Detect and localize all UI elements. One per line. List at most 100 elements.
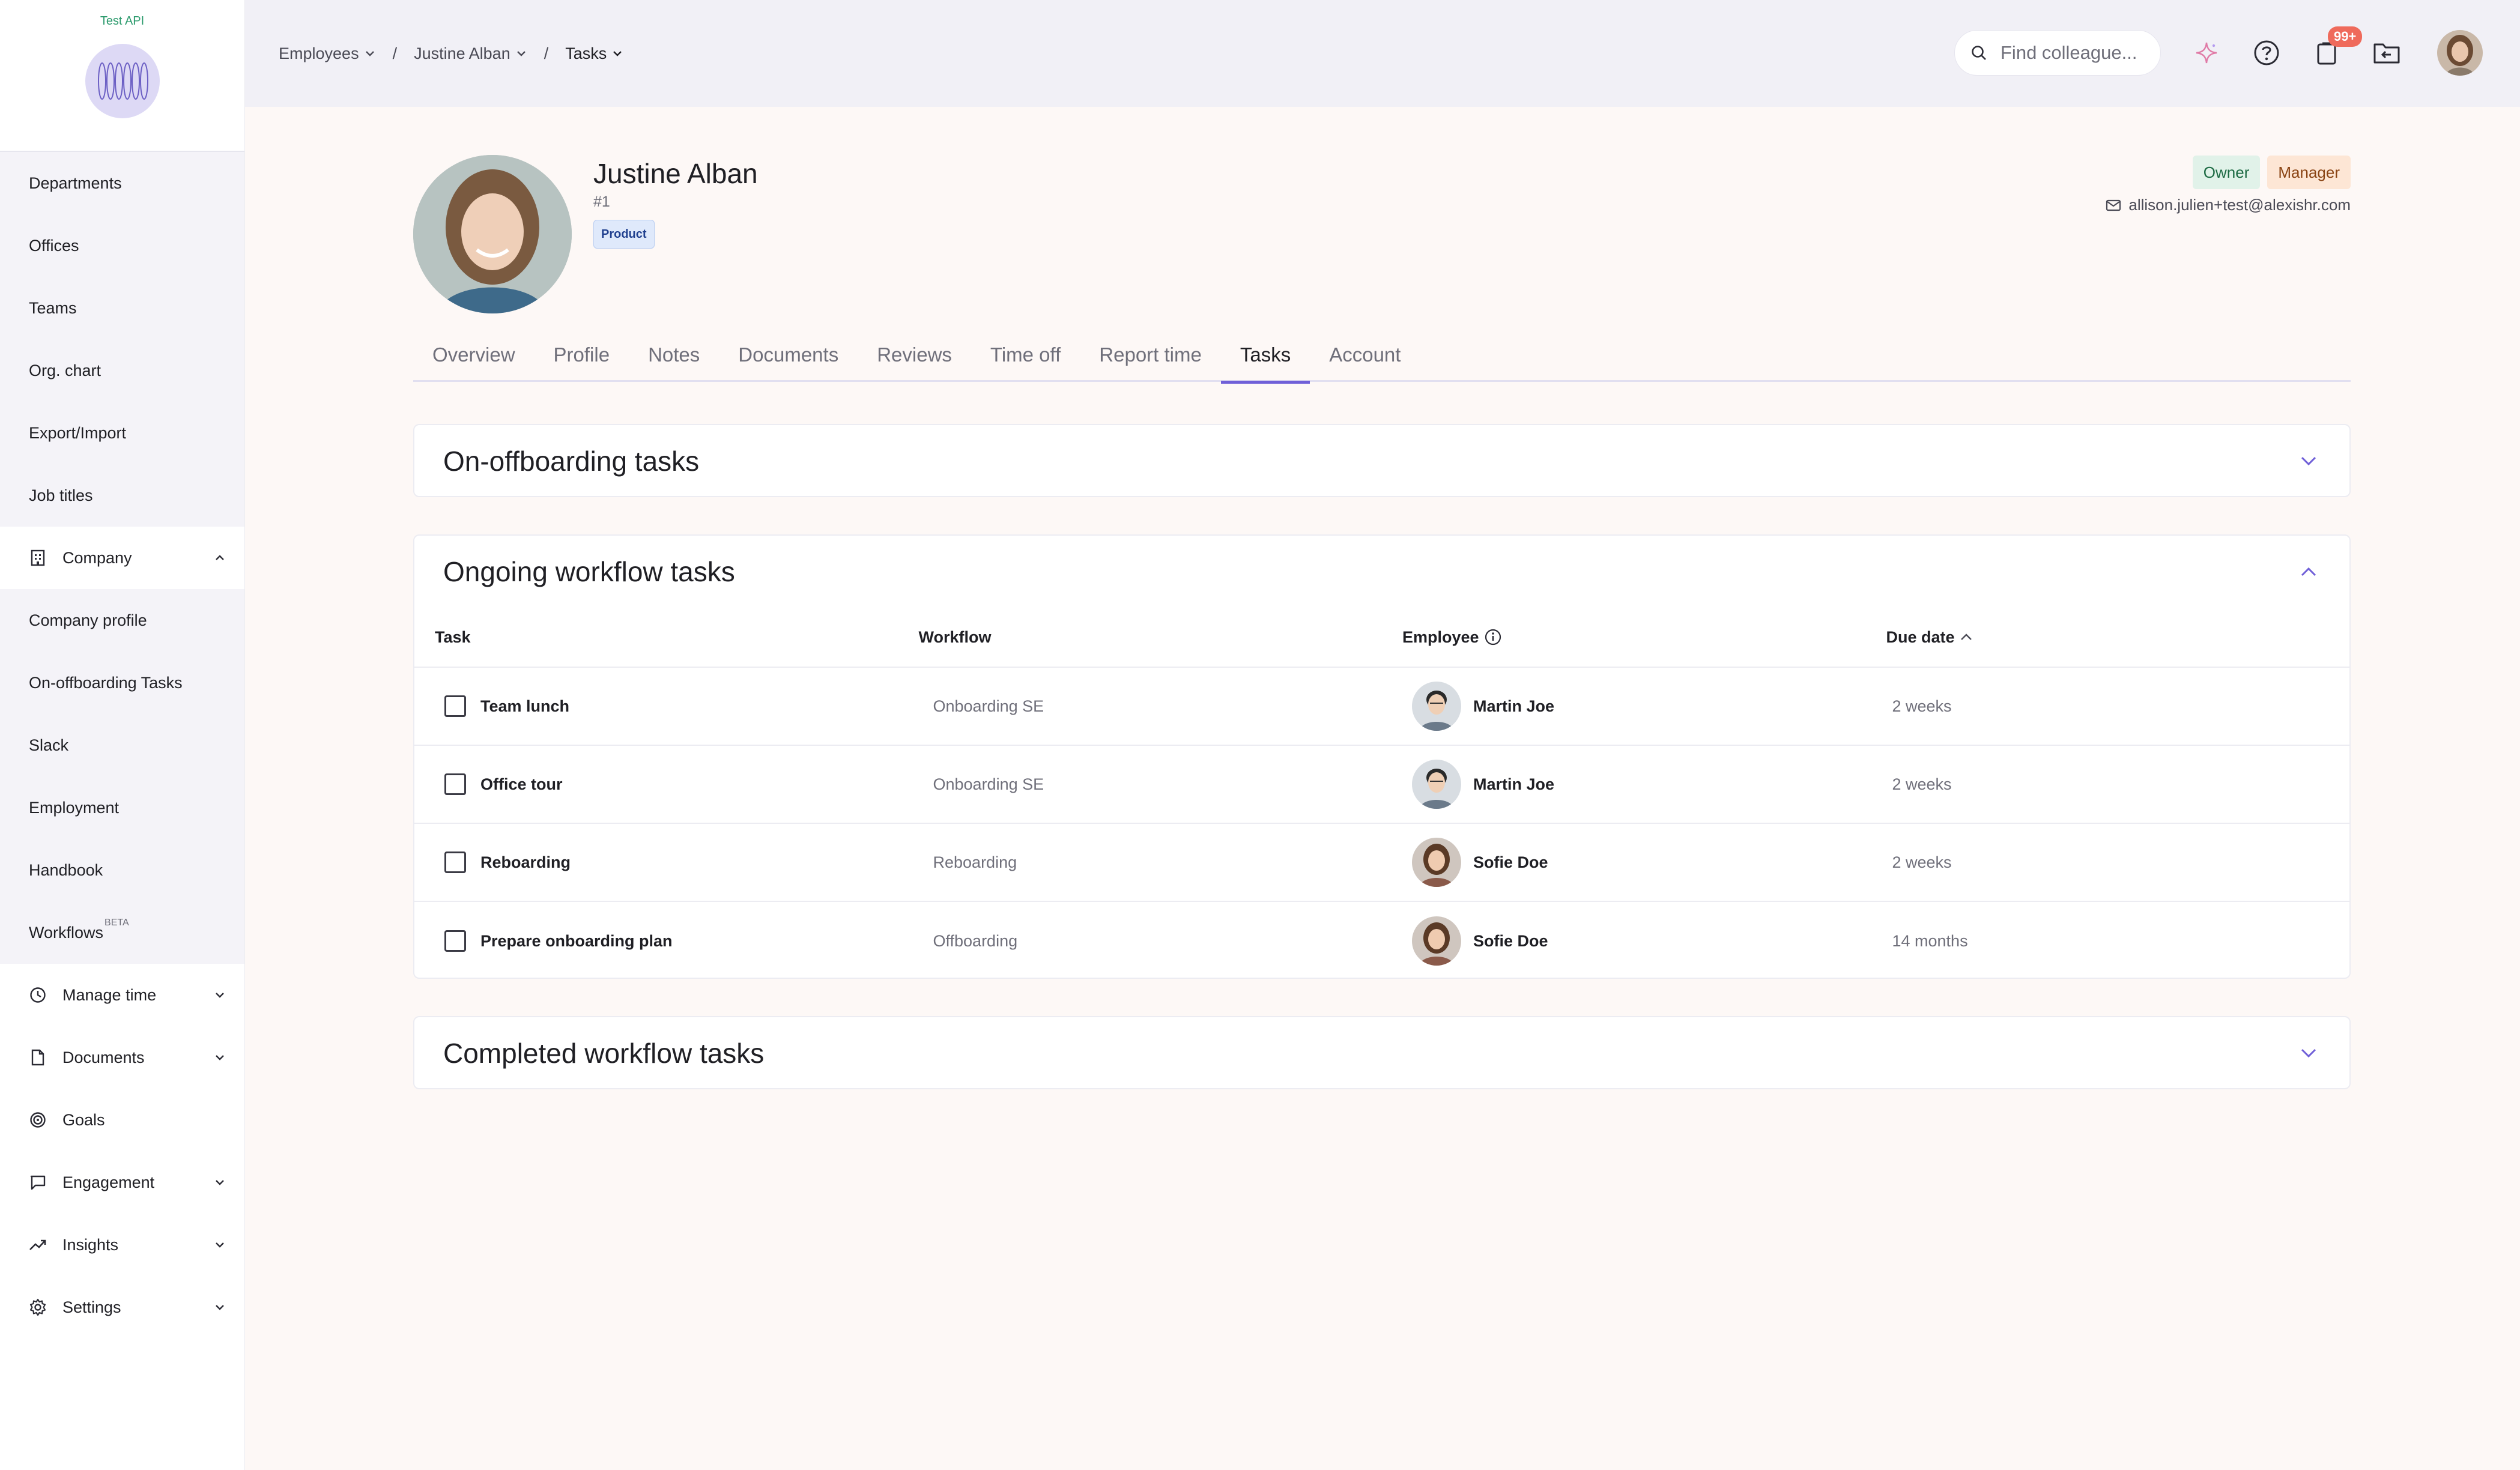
- column-header-task[interactable]: Task: [414, 628, 898, 647]
- chevron-down-icon[interactable]: [2297, 449, 2321, 473]
- chevron-down-icon: [365, 48, 376, 59]
- task-name: Reboarding: [480, 853, 571, 871]
- sidebar-item-export-import[interactable]: Export/Import: [0, 402, 244, 464]
- panel-title: On-offboarding tasks: [443, 446, 700, 477]
- sidebar-item-slack[interactable]: Slack: [0, 714, 244, 776]
- tab-profile[interactable]: Profile: [535, 334, 629, 382]
- avatar[interactable]: [1412, 760, 1461, 809]
- employee-cell: Martin Joe: [1382, 682, 1866, 731]
- notifications-icon[interactable]: 99+: [2312, 26, 2363, 67]
- search-input[interactable]: Find colleague...: [1954, 30, 2161, 76]
- breadcrumb-separator: /: [544, 44, 549, 62]
- sidebar-section-manage-time[interactable]: Manage time: [0, 964, 244, 1026]
- sidebar-item-org-chart[interactable]: Org. chart: [0, 339, 244, 402]
- sidebar-item-company-profile[interactable]: Company profile: [0, 589, 244, 652]
- tab-reviews[interactable]: Reviews: [858, 334, 971, 382]
- sidebar-section-label: Manage time: [62, 985, 157, 1004]
- panel-header[interactable]: Completed workflow tasks: [414, 1017, 2349, 1089]
- sidebar-section-label: Company: [62, 548, 132, 567]
- sidebar-item-departments[interactable]: Departments: [0, 152, 244, 214]
- panel-header[interactable]: On-offboarding tasks: [414, 425, 2349, 497]
- avatar[interactable]: [1412, 838, 1461, 887]
- task-name: Team lunch: [480, 697, 570, 715]
- sidebar-section-insights[interactable]: Insights: [0, 1214, 244, 1276]
- user-avatar[interactable]: [2437, 30, 2483, 76]
- task-checkbox[interactable]: [444, 930, 466, 952]
- sidebar-section-goals[interactable]: Goals: [0, 1089, 244, 1151]
- column-header-employee[interactable]: Employee: [1382, 628, 1866, 647]
- folder-switch-icon[interactable]: [2372, 38, 2401, 67]
- sidebar-item-teams[interactable]: Teams: [0, 277, 244, 339]
- breadcrumb-employee[interactable]: Justine Alban: [414, 44, 527, 63]
- task-checkbox[interactable]: [444, 695, 466, 717]
- tab-report-time[interactable]: Report time: [1080, 334, 1221, 382]
- sidebar-item-handbook[interactable]: Handbook: [0, 839, 244, 901]
- sparkle-icon[interactable]: [2192, 38, 2221, 67]
- tab-documents[interactable]: Documents: [719, 334, 858, 382]
- breadcrumb-employees[interactable]: Employees: [279, 44, 376, 63]
- chevron-up-icon[interactable]: [2297, 560, 2321, 584]
- column-header-workflow[interactable]: Workflow: [898, 628, 1383, 647]
- employee-cell: Martin Joe: [1382, 760, 1866, 809]
- workflow-name: Onboarding SE: [933, 775, 1044, 793]
- company-logo[interactable]: [85, 44, 160, 118]
- chevron-down-icon[interactable]: [2297, 1041, 2321, 1065]
- sidebar-item-employment[interactable]: Employment: [0, 776, 244, 839]
- due-cell: 2 weeks: [1866, 853, 2350, 872]
- logo-loops-icon: [97, 62, 148, 100]
- table-row[interactable]: Office tour Onboarding SE Martin Joe 2 w…: [414, 746, 2349, 824]
- chevron-down-icon: [516, 48, 527, 59]
- chevron-down-icon: [613, 48, 623, 59]
- sidebar-company-sub-items: Company profile On-offboarding Tasks Sla…: [0, 589, 244, 964]
- breadcrumb-tasks[interactable]: Tasks: [565, 44, 623, 63]
- column-header-due-date[interactable]: Due date: [1866, 628, 2350, 647]
- sidebar-section-settings[interactable]: Settings: [0, 1276, 244, 1338]
- employee-name: Sofie Doe: [1473, 853, 1548, 871]
- help-icon[interactable]: [2252, 38, 2281, 67]
- due-date: 2 weeks: [1892, 697, 1952, 715]
- chevron-down-icon: [213, 1051, 226, 1064]
- employee-name: Martin Joe: [1473, 697, 1555, 715]
- document-icon: [29, 1048, 47, 1066]
- workflow-name: Onboarding SE: [933, 697, 1044, 715]
- sidebar-item-job-titles[interactable]: Job titles: [0, 464, 244, 527]
- avatar[interactable]: [1412, 682, 1461, 731]
- sidebar-item-workflows[interactable]: Workflows BETA: [0, 901, 244, 964]
- sidebar-item-onoffboarding-tasks[interactable]: On-offboarding Tasks: [0, 652, 244, 714]
- task-name: Prepare onboarding plan: [480, 931, 673, 950]
- profile-photo[interactable]: [413, 155, 572, 313]
- sidebar-item-offices[interactable]: Offices: [0, 214, 244, 277]
- table-row[interactable]: Prepare onboarding plan Offboarding Sofi…: [414, 902, 2349, 980]
- panel-title: Ongoing workflow tasks: [443, 556, 735, 587]
- tab-overview[interactable]: Overview: [413, 334, 535, 382]
- tab-notes[interactable]: Notes: [629, 334, 719, 382]
- sidebar-section-documents[interactable]: Documents: [0, 1026, 244, 1089]
- panel-header[interactable]: Ongoing workflow tasks: [414, 536, 2349, 608]
- tab-tasks[interactable]: Tasks: [1220, 334, 1310, 384]
- employee-name: Martin Joe: [1473, 775, 1555, 793]
- role-badge-manager: Manager: [2267, 156, 2351, 189]
- search-placeholder: Find colleague...: [2001, 42, 2137, 63]
- task-cell: Team lunch: [414, 695, 898, 717]
- table-row[interactable]: Team lunch Onboarding SE Martin Joe 2 we…: [414, 668, 2349, 746]
- column-header-label: Due date: [1886, 628, 1955, 646]
- profile-email[interactable]: allison.julien+test@alexishr.com: [2106, 196, 2351, 214]
- chevron-down-icon: [213, 1301, 226, 1314]
- info-icon[interactable]: [1484, 628, 1503, 647]
- task-checkbox[interactable]: [444, 851, 466, 873]
- sidebar-section-engagement[interactable]: Engagement: [0, 1151, 244, 1214]
- trend-icon: [29, 1236, 47, 1254]
- search-icon: [1970, 44, 1987, 61]
- role-badges: Owner Manager: [2185, 156, 2351, 189]
- tab-time-off[interactable]: Time off: [971, 334, 1080, 382]
- table-row[interactable]: Reboarding Reboarding Sofie Doe 2 weeks: [414, 824, 2349, 902]
- tab-account[interactable]: Account: [1310, 334, 1420, 382]
- email-text: allison.julien+test@alexishr.com: [2128, 196, 2351, 214]
- avatar[interactable]: [1412, 916, 1461, 966]
- profile-tabs: Overview Profile Notes Documents Reviews…: [413, 334, 2351, 384]
- task-checkbox[interactable]: [444, 773, 466, 795]
- top-bar-actions: Find colleague... 99+: [1954, 26, 2483, 76]
- sidebar-section-company[interactable]: Company: [0, 527, 244, 589]
- sidebar-section-label: Engagement: [62, 1173, 155, 1191]
- sidebar: Test API Departments Offices Teams Org. …: [0, 0, 245, 1470]
